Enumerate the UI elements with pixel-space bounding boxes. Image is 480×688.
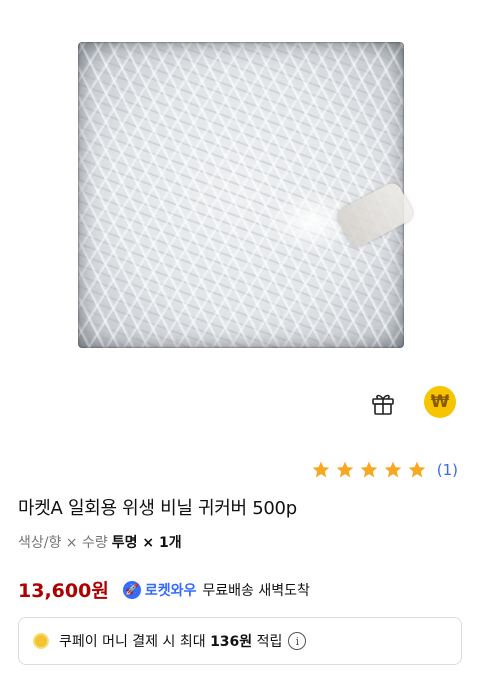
gift-button[interactable]: [366, 386, 400, 420]
star-icon: [312, 461, 330, 478]
won-coin-icon[interactable]: ₩: [424, 386, 456, 418]
rocket-icon: 🚀: [122, 580, 141, 599]
rating-row[interactable]: (1): [311, 460, 458, 480]
cash-amount: 136원: [210, 634, 253, 650]
product-image[interactable]: [0, 0, 480, 380]
gift-icon: [372, 394, 394, 415]
info-icon[interactable]: i: [288, 632, 307, 650]
star-icon: [408, 461, 426, 478]
cash-reward-text: 쿠페이 머니 결제 시 최대 136원 적립: [59, 631, 282, 651]
cash-suffix: 적립: [256, 634, 283, 650]
option-label: 색상/향 × 수량: [18, 535, 108, 551]
delivery-info: 무료배송 새벽도착: [202, 582, 310, 599]
rocket-label: 로켓와우: [144, 582, 197, 599]
star-icon: [360, 461, 378, 478]
star-icon: [384, 461, 402, 478]
price-row: 13,600원 🚀 로켓와우 무료배송 새벽도착: [18, 576, 310, 603]
coin-icon: [33, 633, 49, 649]
cash-reward-box[interactable]: 쿠페이 머니 결제 시 최대 136원 적립 i: [18, 617, 462, 665]
review-count[interactable]: (1): [437, 461, 458, 479]
option-selection[interactable]: 색상/향 × 수량 투명 × 1개: [18, 532, 182, 552]
price: 13,600원: [18, 580, 109, 602]
rocket-wow-badge: 🚀 로켓와우: [122, 580, 197, 600]
product-title: 마켓A 일회용 위생 비닐 귀커버 500p: [18, 498, 297, 519]
product-photo-bag: [78, 42, 416, 348]
cash-prefix: 쿠페이 머니 결제 시 최대: [59, 634, 206, 650]
star-icon: [336, 461, 354, 478]
option-value: 투명 × 1개: [111, 535, 182, 551]
